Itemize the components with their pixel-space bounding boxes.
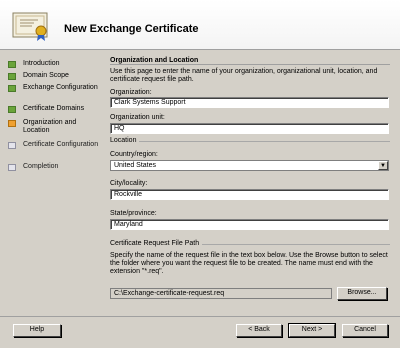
step-label: Completion bbox=[23, 163, 59, 170]
certificate-icon bbox=[12, 12, 48, 41]
file-path-group-text: Certificate Request File Path bbox=[110, 240, 203, 247]
step-label: Certificate Domains bbox=[23, 105, 85, 112]
state-label: State/province: bbox=[110, 210, 157, 217]
city-label: City/locality: bbox=[110, 180, 148, 187]
next-button[interactable]: Next > bbox=[288, 323, 336, 338]
file-path-group-label: Certificate Request File Path bbox=[110, 240, 390, 247]
location-group-text: Location bbox=[110, 137, 140, 144]
step-complete-icon bbox=[8, 85, 16, 92]
section-description: Use this page to enter the name of your … bbox=[110, 68, 378, 83]
file-path-description: Specify the name of the request file in … bbox=[110, 252, 388, 275]
step-complete-icon bbox=[8, 73, 16, 80]
wizard-content: Organization and Location Use this page … bbox=[105, 51, 394, 315]
step-pending-icon bbox=[8, 142, 16, 149]
request-file-path-field: C:\Exchange-certificate-request.req bbox=[110, 288, 332, 299]
wizard-steps: Introduction Domain Scope Exchange Confi… bbox=[0, 51, 105, 315]
country-select[interactable]: United States ▼ bbox=[110, 160, 389, 171]
country-value: United States bbox=[114, 162, 157, 169]
back-button[interactable]: < Back bbox=[236, 324, 282, 337]
org-unit-label: Organization unit: bbox=[110, 114, 165, 121]
step-label: Exchange Configuration bbox=[23, 84, 98, 91]
step-current-icon bbox=[8, 120, 16, 127]
browse-button[interactable]: Browse... bbox=[337, 287, 387, 300]
section-title: Organization and Location bbox=[110, 57, 199, 64]
wizard-header: New Exchange Certificate bbox=[0, 0, 400, 50]
help-button[interactable]: Help bbox=[13, 324, 61, 337]
footer-divider bbox=[0, 316, 400, 317]
chevron-down-icon[interactable]: ▼ bbox=[378, 161, 388, 170]
state-field[interactable]: Maryland bbox=[110, 219, 389, 230]
country-label: Country/region: bbox=[110, 151, 158, 158]
org-unit-field[interactable]: HQ bbox=[110, 123, 389, 134]
section-divider bbox=[110, 64, 390, 65]
step-label: Introduction bbox=[23, 60, 60, 67]
organization-label: Organization: bbox=[110, 89, 152, 96]
city-field[interactable]: Rockville bbox=[110, 189, 389, 200]
page-title: New Exchange Certificate bbox=[64, 23, 199, 35]
step-label: Domain Scope bbox=[23, 72, 69, 79]
step-label: Certificate Configuration bbox=[23, 141, 99, 148]
step-complete-icon bbox=[8, 106, 16, 113]
location-group-label: Location bbox=[110, 137, 390, 144]
organization-field[interactable]: Clark Systems Support bbox=[110, 97, 389, 108]
cancel-button[interactable]: Cancel bbox=[342, 324, 388, 337]
step-pending-icon bbox=[8, 164, 16, 171]
step-complete-icon bbox=[8, 61, 16, 68]
step-label: Organization and Location bbox=[23, 119, 77, 134]
